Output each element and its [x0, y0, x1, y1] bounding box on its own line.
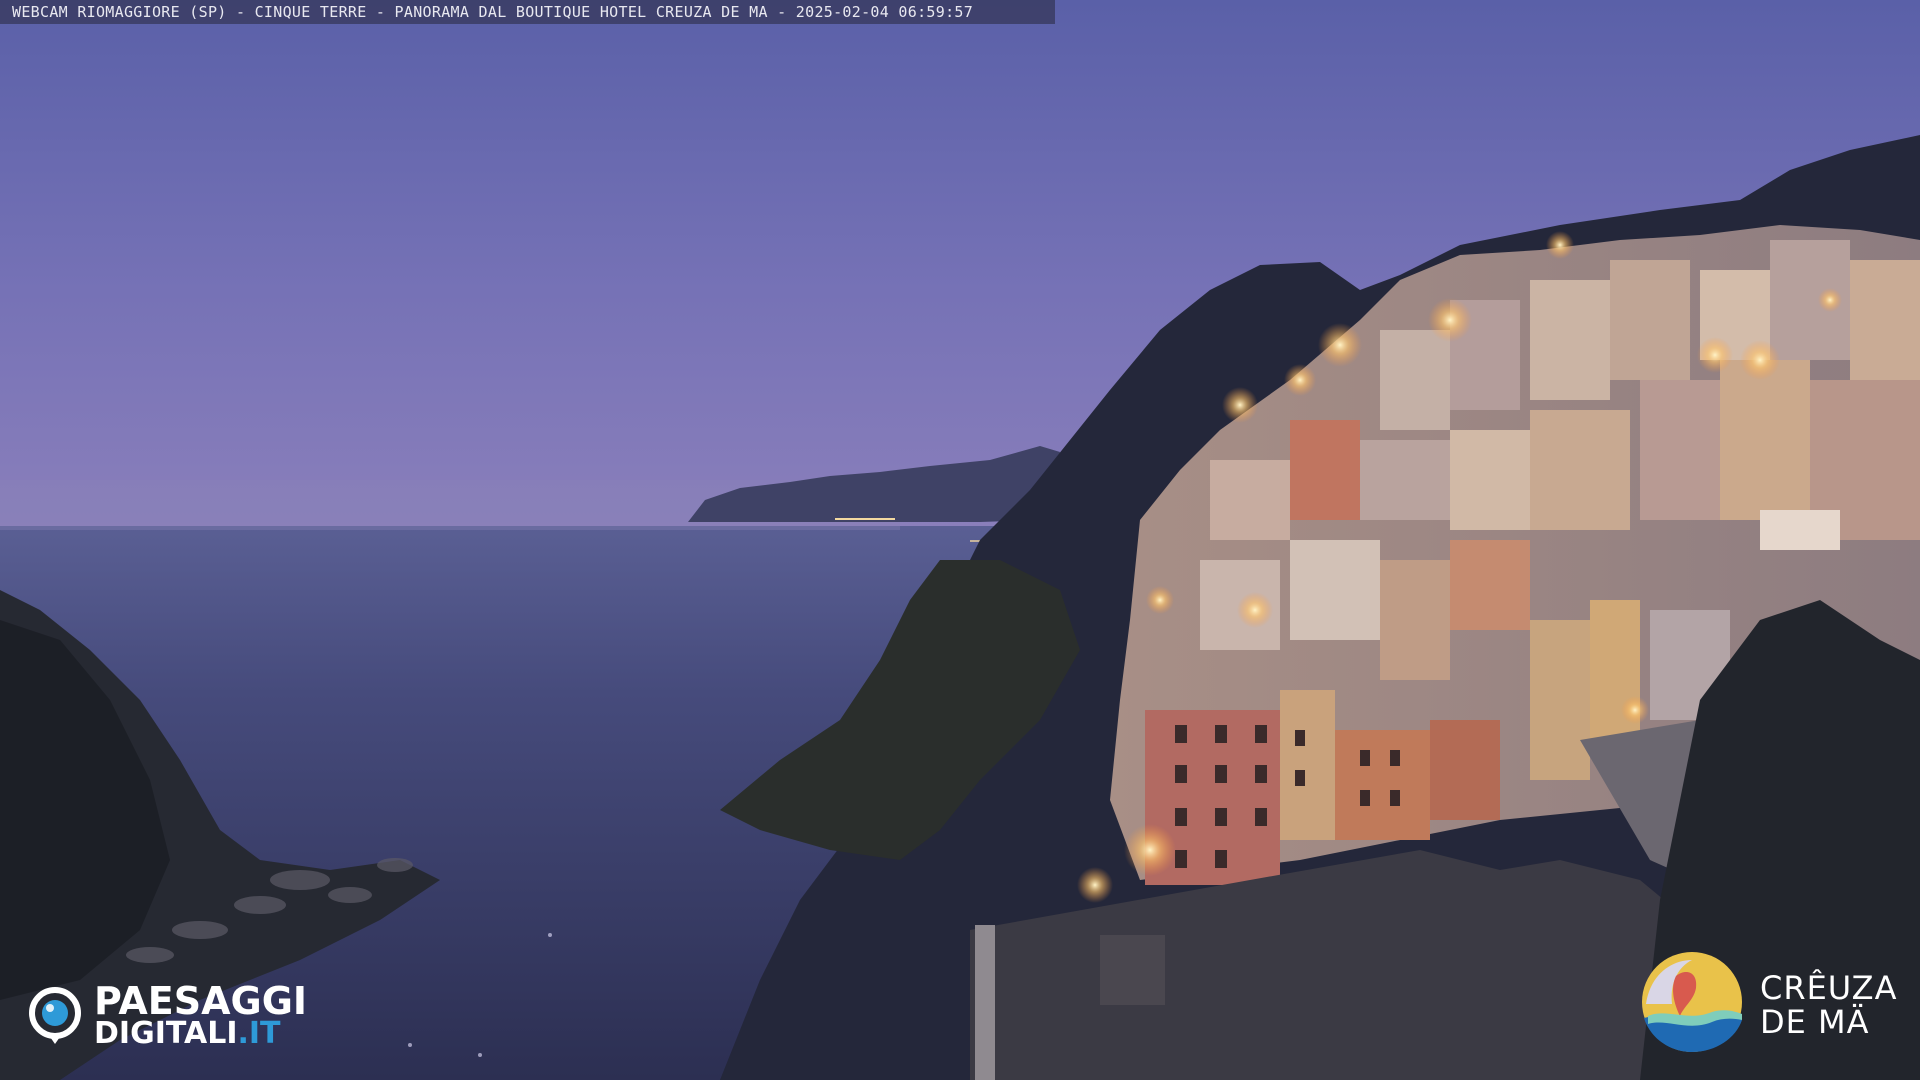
creuza-de-ma-logo: CRÊUZA DE MÄ: [1636, 946, 1906, 1066]
logo-text-digitali: DIGITALI.IT: [94, 1017, 281, 1051]
logo-text-tld: .IT: [237, 1016, 281, 1051]
logo-text-creuza: CRÊUZA: [1760, 969, 1898, 1007]
logo-text-de-ma: DE MÄ: [1760, 1003, 1870, 1041]
logo-text-digitali-main: DIGITALI: [94, 1016, 238, 1051]
camera-lens-icon: [29, 987, 81, 1044]
creuza-emblem-icon: [1642, 952, 1742, 1052]
paesaggi-digitali-logo: PAESAGGI DIGITALI.IT: [26, 981, 346, 1051]
webcam-frame: WEBCAM RIOMAGGIORE (SP) - CINQUE TERRE -…: [0, 0, 1920, 1080]
logo-text-paesaggi: PAESAGGI: [94, 979, 308, 1023]
webcam-caption: WEBCAM RIOMAGGIORE (SP) - CINQUE TERRE -…: [0, 0, 1055, 24]
webcam-panorama-image: [0, 0, 1920, 1080]
